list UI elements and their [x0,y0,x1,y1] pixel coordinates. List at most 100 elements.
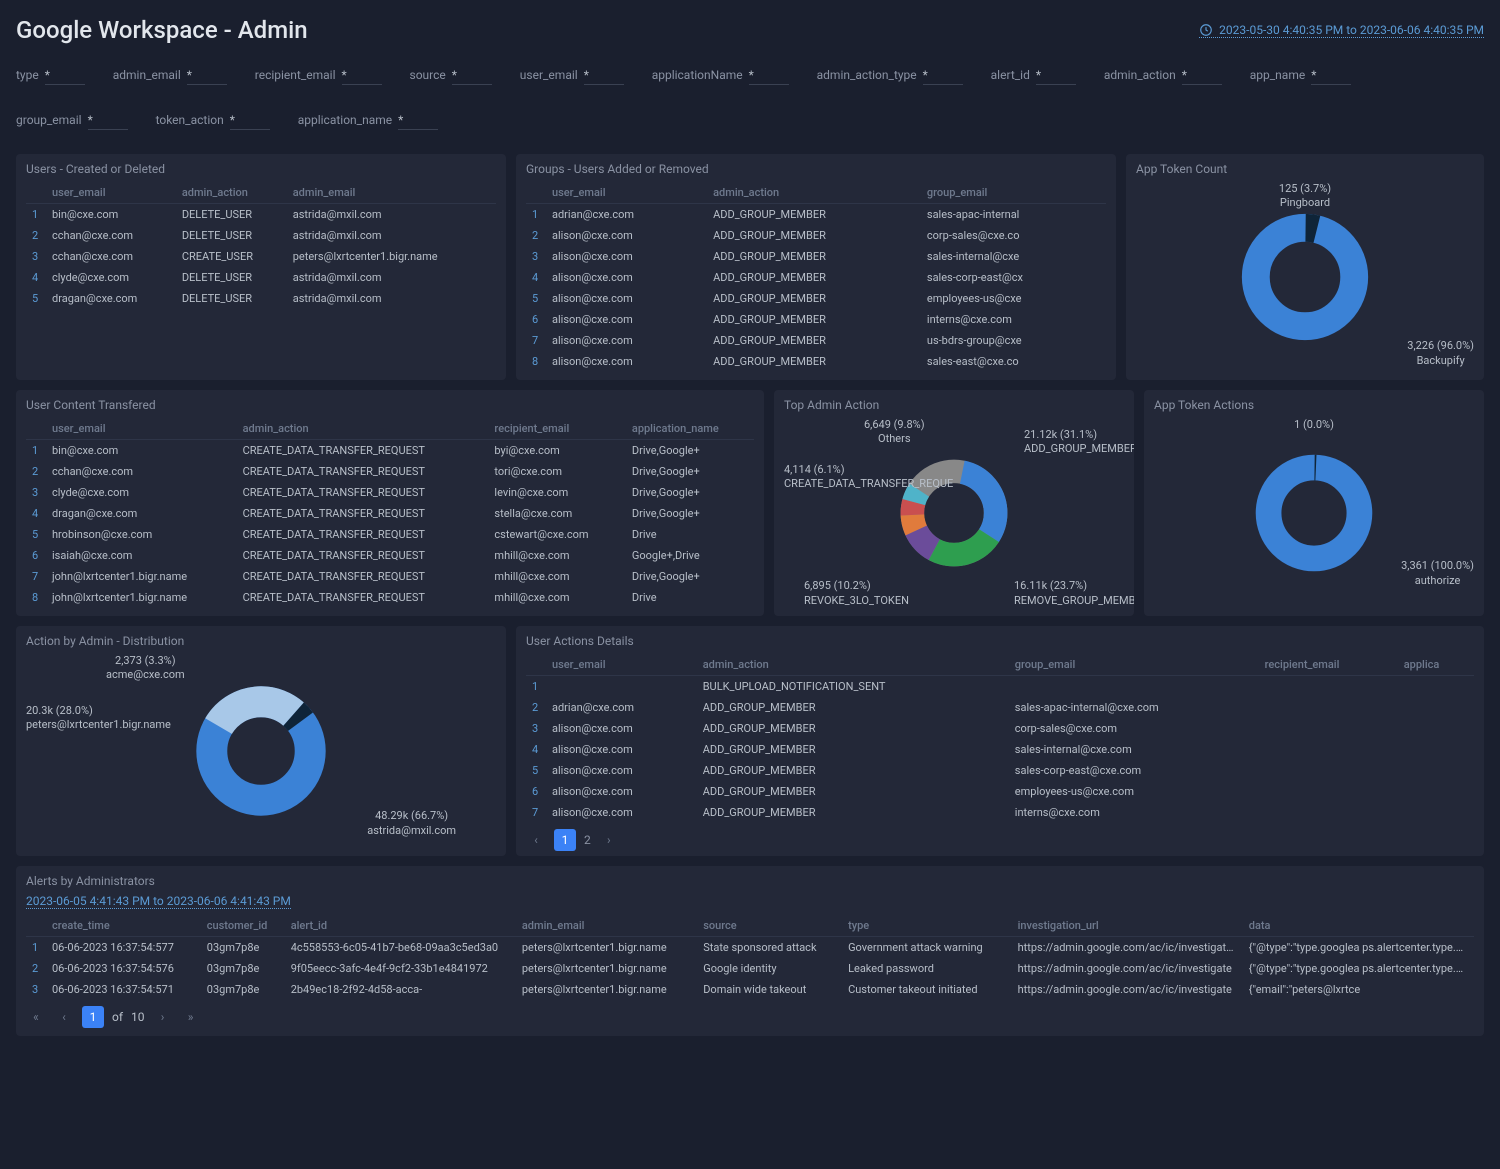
table-row[interactable]: 5dragan@cxe.comDELETE_USERastrida@mxil.c… [26,288,496,309]
table-row[interactable]: 8alison@cxe.comADD_GROUP_MEMBERsales-eas… [526,351,1106,372]
top-admin-action-chart[interactable] [899,458,1009,568]
table-row[interactable]: 3cchan@cxe.comCREATE_USERpeters@lxrtcent… [26,246,496,267]
column-header[interactable]: admin_action [707,182,921,204]
table-row[interactable]: 7alison@cxe.comADD_GROUP_MEMBERinterns@c… [526,802,1474,823]
table-row[interactable]: 3clyde@cxe.comCREATE_DATA_TRANSFER_REQUE… [26,482,754,503]
filter-token_action[interactable]: token_action* [156,113,270,130]
filter-value[interactable]: * [923,68,963,85]
table-row[interactable]: 306-06-2023 16:37:54:57103gm7p8e2b49ec18… [26,979,1474,1000]
pager-first-icon[interactable]: « [26,1007,46,1027]
table-row[interactable]: 106-06-2023 16:37:54:57703gm7p8e4c558553… [26,937,1474,959]
filter-user_email[interactable]: user_email* [520,68,624,85]
app-token-actions-chart[interactable] [1254,453,1374,573]
pager-prev-icon[interactable]: ‹ [54,1007,74,1027]
filter-value[interactable]: * [342,68,382,85]
table-row[interactable]: 4clyde@cxe.comDELETE_USERastrida@mxil.co… [26,267,496,288]
table-row[interactable]: 5alison@cxe.comADD_GROUP_MEMBERemployees… [526,288,1106,309]
filter-value[interactable]: * [452,68,492,85]
column-header[interactable]: user_email [46,182,176,204]
filter-applicationName[interactable]: applicationName* [652,68,789,85]
table-row[interactable]: 6alison@cxe.comADD_GROUP_MEMBERemployees… [526,781,1474,802]
filter-admin_email[interactable]: admin_email* [113,68,227,85]
column-header[interactable]: admin_action [237,418,489,440]
table-row[interactable]: 4alison@cxe.comADD_GROUP_MEMBERsales-int… [526,739,1474,760]
table-row[interactable]: 2cchan@cxe.comCREATE_DATA_TRANSFER_REQUE… [26,461,754,482]
time-range-picker[interactable]: 2023-05-30 4:40:35 PM to 2023-06-06 4:40… [1199,23,1484,38]
column-header[interactable]: admin_email [287,182,496,204]
filter-value[interactable]: * [584,68,624,85]
column-header[interactable]: group_email [1009,654,1259,676]
table-row[interactable]: 6isaiah@cxe.comCREATE_DATA_TRANSFER_REQU… [26,545,754,566]
table-row[interactable]: 1adrian@cxe.comADD_GROUP_MEMBERsales-apa… [526,204,1106,226]
column-header[interactable]: user_email [546,654,697,676]
table-row[interactable]: 2adrian@cxe.comADD_GROUP_MEMBERsales-apa… [526,697,1474,718]
table-row[interactable]: 2alison@cxe.comADD_GROUP_MEMBERcorp-sale… [526,225,1106,246]
pager-last-icon[interactable]: » [181,1007,201,1027]
filter-app_name[interactable]: app_name * [1250,68,1351,85]
filter-value[interactable]: * [1182,68,1222,85]
filter-type[interactable]: type* [16,68,85,85]
table-row[interactable]: 1bin@cxe.comCREATE_DATA_TRANSFER_REQUEST… [26,440,754,462]
table-row[interactable]: 3alison@cxe.comADD_GROUP_MEMBERcorp-sale… [526,718,1474,739]
cell: CREATE_DATA_TRANSFER_REQUEST [237,461,489,482]
filter-source[interactable]: source* [410,68,492,85]
table-row[interactable]: 1BULK_UPLOAD_NOTIFICATION_SENT [526,676,1474,698]
table-row[interactable]: 6alison@cxe.comADD_GROUP_MEMBERinterns@c… [526,309,1106,330]
column-header[interactable]: customer_id [201,915,285,937]
pager-current-page[interactable]: 1 [82,1006,104,1028]
table-row[interactable]: 3alison@cxe.comADD_GROUP_MEMBERsales-int… [526,246,1106,267]
filter-value[interactable]: * [749,68,789,85]
column-header[interactable]: source [697,915,842,937]
table-row[interactable]: 206-06-2023 16:37:54:57603gm7p8e9f05eecc… [26,958,1474,979]
filter-value[interactable]: * [45,68,85,85]
table-row[interactable]: 8john@lxrtcenter1.bigr.nameCREATE_DATA_T… [26,587,754,608]
filter-admin_action_type[interactable]: admin_action_type* [817,68,963,85]
column-header[interactable]: group_email [921,182,1106,204]
table-row[interactable]: 7john@lxrtcenter1.bigr.nameCREATE_DATA_T… [26,566,754,587]
column-header[interactable]: recipient_email [1259,654,1398,676]
table-row[interactable]: 5hrobinson@cxe.comCREATE_DATA_TRANSFER_R… [26,524,754,545]
filter-admin_action[interactable]: admin_action* [1104,68,1222,85]
filter-value[interactable]: * [88,113,128,130]
column-header[interactable]: application_name [626,418,754,440]
pie-series-name: REVOKE_3LO_TOKEN [804,594,909,607]
pager-current-page[interactable]: 1 [554,829,576,851]
filter-value[interactable]: * [230,113,270,130]
app-token-count-chart[interactable] [1240,212,1370,342]
pager-page-2[interactable]: 2 [584,833,591,847]
filter-value[interactable]: * [1036,68,1076,85]
column-header[interactable]: data [1243,915,1474,937]
column-header[interactable]: user_email [546,182,707,204]
column-header[interactable]: user_email [46,418,237,440]
filter-recipient_email[interactable]: recipient_email* [255,68,382,85]
table-row[interactable]: 1bin@cxe.comDELETE_USERastrida@mxil.com [26,204,496,226]
pager-prev-icon[interactable]: ‹ [526,830,546,850]
pager-next-icon[interactable]: › [153,1007,173,1027]
pie-pct: 48.29k (66.7%) [367,809,456,823]
table-row[interactable]: 5alison@cxe.comADD_GROUP_MEMBERsales-cor… [526,760,1474,781]
cell: sales-apac-internal [921,204,1106,226]
filter-group_email[interactable]: group_email* [16,113,128,130]
filter-value[interactable]: * [398,113,438,130]
filter-label: app_name [1250,68,1305,82]
table-row[interactable]: 2cchan@cxe.comDELETE_USERastrida@mxil.co… [26,225,496,246]
column-header[interactable]: admin_email [516,915,697,937]
column-header[interactable]: admin_action [176,182,287,204]
column-header[interactable]: recipient_email [488,418,625,440]
table-row[interactable]: 4alison@cxe.comADD_GROUP_MEMBERsales-cor… [526,267,1106,288]
filter-alert_id[interactable]: alert_id* [991,68,1076,85]
filter-value[interactable]: * [187,68,227,85]
column-header[interactable]: investigation_url [1012,915,1243,937]
column-header[interactable]: applica [1398,654,1474,676]
column-header[interactable]: admin_action [697,654,1009,676]
column-header[interactable]: type [842,915,1012,937]
filter-application_name[interactable]: application_name* [298,113,438,130]
table-row[interactable]: 7alison@cxe.comADD_GROUP_MEMBERus-bdrs-g… [526,330,1106,351]
pager-next-icon[interactable]: › [599,830,619,850]
column-header[interactable]: create_time [46,915,201,937]
column-header[interactable]: alert_id [285,915,516,937]
action-by-admin-chart[interactable] [196,686,326,816]
alerts-time-range[interactable]: 2023-06-05 4:41:43 PM to 2023-06-06 4:41… [26,894,291,909]
filter-value[interactable]: * [1311,68,1351,85]
table-row[interactable]: 4dragan@cxe.comCREATE_DATA_TRANSFER_REQU… [26,503,754,524]
